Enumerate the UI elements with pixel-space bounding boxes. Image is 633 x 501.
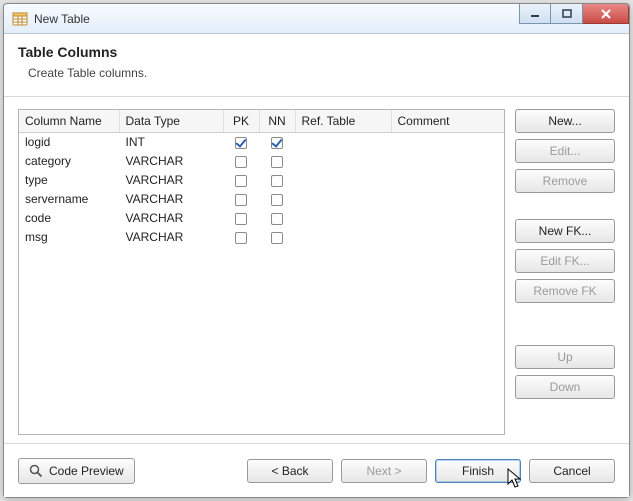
- header-ref-table[interactable]: Ref. Table: [295, 110, 391, 133]
- columns-table[interactable]: Column Name Data Type PK NN Ref. Table C…: [18, 109, 505, 435]
- window-controls: [519, 4, 629, 33]
- titlebar: New Table: [4, 4, 629, 34]
- move-down-button[interactable]: Down: [515, 375, 615, 399]
- cell-data-type: VARCHAR: [119, 209, 223, 228]
- header-pk[interactable]: PK: [223, 110, 259, 133]
- cell-ref-table: [295, 209, 391, 228]
- nn-checkbox[interactable]: [271, 213, 283, 225]
- page-title: Table Columns: [18, 44, 615, 60]
- cell-comment: [391, 228, 504, 247]
- cell-ref-table: [295, 190, 391, 209]
- cancel-button[interactable]: Cancel: [529, 459, 615, 483]
- nn-checkbox[interactable]: [271, 194, 283, 206]
- nn-checkbox[interactable]: [271, 232, 283, 244]
- edit-column-button[interactable]: Edit...: [515, 139, 615, 163]
- table-row[interactable]: servernameVARCHAR: [19, 190, 504, 209]
- pk-checkbox[interactable]: [235, 156, 247, 168]
- remove-column-button[interactable]: Remove: [515, 169, 615, 193]
- table-row[interactable]: msgVARCHAR: [19, 228, 504, 247]
- cell-column-name: msg: [19, 228, 119, 247]
- move-up-button[interactable]: Up: [515, 345, 615, 369]
- magnifier-icon: [29, 464, 43, 478]
- cell-ref-table: [295, 133, 391, 152]
- nn-checkbox[interactable]: [271, 156, 283, 168]
- minimize-button[interactable]: [519, 4, 551, 24]
- side-buttons: New... Edit... Remove New FK... Edit FK.…: [515, 109, 615, 435]
- close-icon: [600, 9, 612, 19]
- page-subtitle: Create Table columns.: [28, 66, 615, 80]
- table-empty-area[interactable]: [19, 247, 504, 435]
- maximize-button[interactable]: [551, 4, 583, 24]
- close-button[interactable]: [583, 4, 629, 24]
- cell-column-name: servername: [19, 190, 119, 209]
- pk-checkbox[interactable]: [235, 232, 247, 244]
- wizard-header: Table Columns Create Table columns.: [4, 34, 629, 97]
- pk-checkbox[interactable]: [235, 137, 247, 149]
- pk-checkbox[interactable]: [235, 194, 247, 206]
- pk-checkbox[interactable]: [235, 213, 247, 225]
- next-button[interactable]: Next >: [341, 459, 427, 483]
- back-button[interactable]: < Back: [247, 459, 333, 483]
- header-data-type[interactable]: Data Type: [119, 110, 223, 133]
- cell-column-name: code: [19, 209, 119, 228]
- maximize-icon: [562, 9, 572, 19]
- table-row[interactable]: codeVARCHAR: [19, 209, 504, 228]
- finish-button[interactable]: Finish: [435, 459, 521, 483]
- cell-comment: [391, 133, 504, 152]
- edit-fk-button[interactable]: Edit FK...: [515, 249, 615, 273]
- cell-data-type: VARCHAR: [119, 152, 223, 171]
- table-row[interactable]: logidINT: [19, 133, 504, 152]
- table-row[interactable]: categoryVARCHAR: [19, 152, 504, 171]
- cell-ref-table: [295, 171, 391, 190]
- header-comment[interactable]: Comment: [391, 110, 504, 133]
- nn-checkbox[interactable]: [271, 137, 283, 149]
- cell-data-type: VARCHAR: [119, 228, 223, 247]
- wizard-body: Column Name Data Type PK NN Ref. Table C…: [4, 97, 629, 435]
- header-column-name[interactable]: Column Name: [19, 110, 119, 133]
- wizard-footer: Code Preview < Back Next > Finish Cancel: [4, 443, 629, 497]
- cell-ref-table: [295, 228, 391, 247]
- cell-comment: [391, 190, 504, 209]
- new-table-dialog: New Table Table Columns Create Table col…: [3, 3, 630, 498]
- cell-column-name: logid: [19, 133, 119, 152]
- new-column-button[interactable]: New...: [515, 109, 615, 133]
- cell-column-name: category: [19, 152, 119, 171]
- new-fk-button[interactable]: New FK...: [515, 219, 615, 243]
- minimize-icon: [530, 9, 540, 19]
- window-title: New Table: [34, 12, 519, 26]
- cell-data-type: VARCHAR: [119, 190, 223, 209]
- header-nn[interactable]: NN: [259, 110, 295, 133]
- code-preview-button[interactable]: Code Preview: [18, 458, 135, 484]
- cell-comment: [391, 152, 504, 171]
- pk-checkbox[interactable]: [235, 175, 247, 187]
- cell-data-type: VARCHAR: [119, 171, 223, 190]
- remove-fk-button[interactable]: Remove FK: [515, 279, 615, 303]
- cell-comment: [391, 171, 504, 190]
- cell-data-type: INT: [119, 133, 223, 152]
- table-icon: [12, 11, 28, 27]
- table-header-row: Column Name Data Type PK NN Ref. Table C…: [19, 110, 504, 133]
- cell-comment: [391, 209, 504, 228]
- table-row[interactable]: typeVARCHAR: [19, 171, 504, 190]
- cell-column-name: type: [19, 171, 119, 190]
- code-preview-label: Code Preview: [49, 464, 124, 478]
- nn-checkbox[interactable]: [271, 175, 283, 187]
- cell-ref-table: [295, 152, 391, 171]
